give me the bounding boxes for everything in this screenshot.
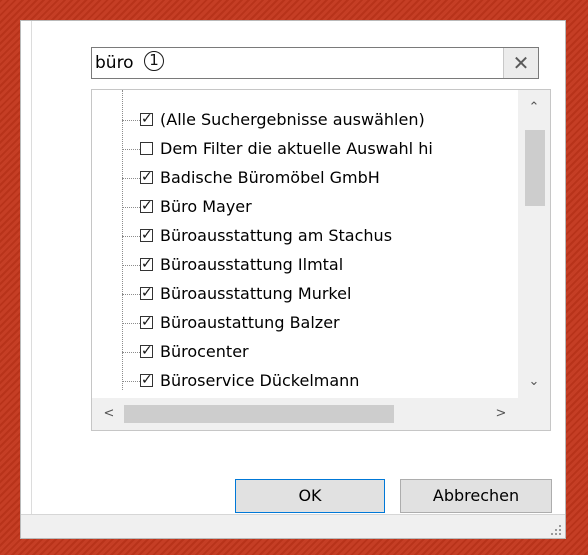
cancel-button[interactable]: Abbrechen — [400, 479, 552, 513]
checkbox-checked[interactable]: ✓ — [140, 199, 153, 213]
dialog-left-border — [31, 21, 32, 516]
list-item[interactable]: ✓ Büro Mayer — [92, 195, 522, 219]
list-item-label: Büroausstattung Murkel — [160, 284, 352, 303]
tree-branch — [122, 352, 140, 353]
filter-list[interactable]: ✓ (Alle Suchergebnisse auswählen) Dem Filt… — [91, 89, 551, 431]
tree-branch — [122, 323, 140, 324]
scrollbar-corner — [518, 398, 550, 430]
scroll-left-icon[interactable]: < — [94, 398, 124, 430]
list-item[interactable]: ✓ Büroaustattung Balzer — [92, 311, 522, 335]
clear-search-button[interactable]: ✕ — [503, 48, 538, 78]
tree-branch — [122, 294, 140, 295]
list-item-label: Dem Filter die aktuelle Auswahl hi — [160, 139, 433, 158]
list-item-label: Bürocenter — [160, 342, 249, 361]
list-item-label: Büroaustattung Balzer — [160, 313, 340, 332]
callout-marker: 1 — [144, 51, 164, 71]
list-item[interactable]: ✓ Badische Büromöbel GmbH — [92, 166, 522, 190]
checkbox-checked[interactable]: ✓ — [140, 257, 153, 271]
scroll-up-icon[interactable]: ⌃ — [518, 96, 550, 120]
list-item[interactable]: ✓ Büroausstattung am Stachus — [92, 224, 522, 248]
checkbox-checked[interactable]: ✓ — [140, 286, 153, 300]
tree-branch — [122, 120, 140, 121]
checkbox-checked[interactable]: ✓ — [140, 112, 153, 126]
checkbox-checked[interactable]: ✓ — [140, 373, 153, 387]
vertical-scrollbar[interactable]: ⌃ ⌄ — [518, 90, 550, 398]
list-item[interactable]: Dem Filter die aktuelle Auswahl hi — [92, 137, 522, 161]
list-item[interactable]: ✓ (Alle Suchergebnisse auswählen) — [92, 108, 522, 132]
list-item-label: Badische Büromöbel GmbH — [160, 168, 380, 187]
tree-branch — [122, 149, 140, 150]
horizontal-scroll-thumb[interactable] — [124, 405, 394, 423]
scroll-right-icon[interactable]: > — [486, 398, 516, 430]
list-item-label: (Alle Suchergebnisse auswählen) — [160, 110, 425, 129]
list-item-label: Büro Mayer — [160, 197, 252, 216]
checkbox-checked[interactable]: ✓ — [140, 344, 153, 358]
resize-grip-icon[interactable] — [549, 523, 561, 535]
horizontal-scrollbar[interactable]: < > — [92, 398, 518, 430]
tree-branch — [122, 178, 140, 179]
tree-branch — [122, 207, 140, 208]
list-item[interactable]: ✓ Bürocenter — [92, 340, 522, 364]
vertical-scroll-thumb[interactable] — [525, 130, 545, 206]
list-item-label: Büroservice Dückelmann — [160, 371, 360, 390]
checkbox-checked[interactable]: ✓ — [140, 228, 153, 242]
list-item[interactable]: ✓ Büroservice Dückelmann — [92, 369, 522, 393]
list-item-label: Büroausstattung am Stachus — [160, 226, 393, 245]
ok-button[interactable]: OK — [235, 479, 385, 513]
checkbox-unchecked[interactable] — [140, 142, 153, 155]
list-item-label: Büroausstattung Ilmtal — [160, 255, 344, 274]
tree-branch — [122, 236, 140, 237]
filter-dialog: büro 1 ✕ ✓ (Alle Suchergebnisse auswählen… — [20, 20, 566, 539]
search-value: büro — [95, 53, 134, 73]
list-item[interactable]: ✓ Büroausstattung Murkel — [92, 282, 522, 306]
list-item[interactable]: ✓ Büroausstattung Ilmtal — [92, 253, 522, 277]
checkbox-checked[interactable]: ✓ — [140, 315, 153, 329]
search-input[interactable]: büro 1 ✕ — [91, 47, 539, 79]
tree-branch — [122, 265, 140, 266]
scroll-down-icon[interactable]: ⌄ — [518, 370, 550, 394]
checkbox-checked[interactable]: ✓ — [140, 170, 153, 184]
tree-branch — [122, 381, 140, 382]
status-bar — [21, 514, 565, 538]
